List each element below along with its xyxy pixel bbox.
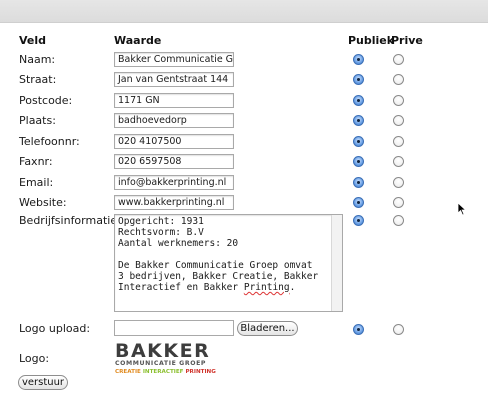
header-prive: Prive [391,34,423,47]
bedrijfsinfo-line: Opgericht: 1931 [118,216,204,227]
logo-brand: BAKKER [115,340,210,362]
faxnr-publiek-radio[interactable] [353,156,364,167]
email-publiek-radio[interactable] [353,177,364,188]
header-veld: Veld [19,34,47,47]
label-logo: Logo: [19,352,50,365]
submit-button[interactable]: verstuur [18,375,68,390]
email-input[interactable]: info@bakkerprinting.nl [114,175,234,190]
logo-creatie: CREATIE [115,369,141,375]
naam-prive-radio[interactable] [393,54,404,65]
plaats-publiek-radio[interactable] [353,115,364,126]
plaats-prive-radio[interactable] [393,115,404,126]
website-publiek-radio[interactable] [353,197,364,208]
misspelled-word: Printing [243,282,290,293]
logo-upload-path-field[interactable] [114,320,234,336]
postcode-input[interactable]: 1171 GN [114,93,234,108]
label-postcode: Postcode: [19,94,73,107]
telefoonnr-publiek-radio[interactable] [353,136,364,147]
header-waarde: Waarde [114,34,162,47]
logo-printing: PRINTING [185,369,216,375]
naam-input[interactable]: Bakker Communicatie Groep [114,52,234,67]
label-naam: Naam: [19,53,56,66]
bedrijfsinformatie-textarea[interactable]: Opgericht: 1931 Rechtsvorm: B.V Aantal w… [114,214,343,312]
bedrijfsinfo-line: Interactief en Bakker [118,282,244,293]
bedrijfsinfo-line: 3 bedrijven, Bakker Creatie, Bakker [118,271,319,282]
header-publiek: Publiek [348,34,395,47]
bedrijfsinfo-end: . [289,282,296,293]
textarea-scrollbar[interactable] [331,215,342,311]
bedrijfsinfo-line: De Bakker Communicatie Groep omvat [118,260,313,271]
label-straat: Straat: [19,73,57,86]
postcode-publiek-radio[interactable] [353,95,364,106]
label-telefoonnr: Telefoonnr: [19,135,80,148]
label-logo-upload: Logo upload: [19,322,91,335]
bedrijfsinfo-line: Aantal werknemers: 20 [118,238,239,249]
label-plaats: Plaats: [19,114,56,127]
bedrijfsinfo-publiek-radio[interactable] [353,215,364,226]
svg-text:CREATIE INTERACTIEF: CREATIE INTERACTIEF PRINTING [115,369,216,375]
browse-button[interactable]: Bladeren... [237,321,298,336]
logo-upload-prive-radio[interactable] [393,324,404,335]
naam-publiek-radio[interactable] [353,54,364,65]
logo-tagline: COMMUNICATIE GROEP [115,360,206,367]
mouse-cursor-icon [457,202,467,216]
logo-interactief: INTERACTIEF [143,369,184,375]
label-website: Website: [19,196,67,209]
logo-upload-publiek-radio[interactable] [353,324,364,335]
telefoonnr-prive-radio[interactable] [393,136,404,147]
label-bedrijfsinformatie: Bedrijfsinformatie: [19,214,121,227]
website-prive-radio[interactable] [393,197,404,208]
faxnr-input[interactable]: 020 6597508 [114,154,234,169]
plaats-input[interactable]: badhoevedorp [114,113,234,128]
website-input[interactable]: www.bakkerprinting.nl [114,195,234,210]
bedrijfsinfo-prive-radio[interactable] [393,215,404,226]
top-bar [0,0,488,23]
postcode-prive-radio[interactable] [393,95,404,106]
label-email: Email: [19,176,54,189]
email-prive-radio[interactable] [393,177,404,188]
telefoonnr-input[interactable]: 020 4107500 [114,134,234,149]
straat-publiek-radio[interactable] [353,74,364,85]
bedrijfsinfo-line: Rechtsvorm: B.V [118,227,204,238]
straat-prive-radio[interactable] [393,74,404,85]
faxnr-prive-radio[interactable] [393,156,404,167]
label-faxnr: Faxnr: [19,155,53,168]
straat-input[interactable]: Jan van Gentstraat 144 [114,72,234,87]
bakker-logo: BAKKER COMMUNICATIE GROEP CREATIE INTERA… [114,340,236,376]
